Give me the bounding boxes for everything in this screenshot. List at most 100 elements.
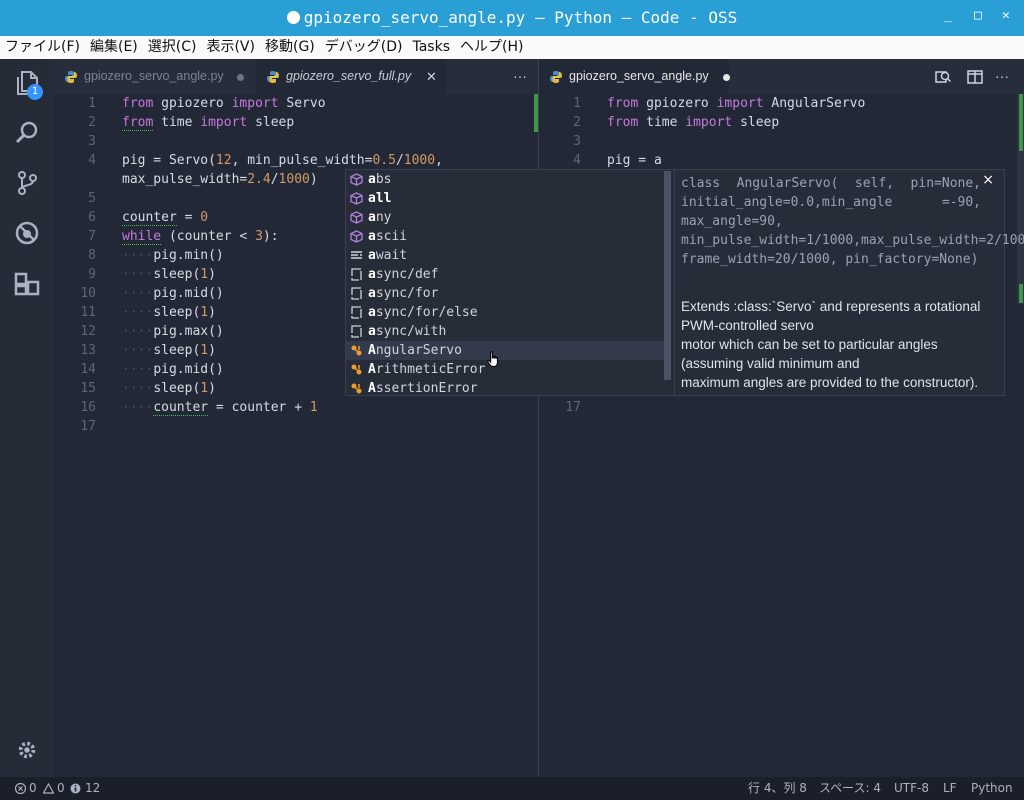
more-actions-icon[interactable]: ··· [513,59,527,94]
suggest-item[interactable]: ascii [346,227,666,246]
open-changes-icon[interactable] [935,69,951,85]
python-file-icon [550,71,562,83]
activity-bar: 1 [0,59,54,777]
code-line: from gpiozero import AngularServo [607,96,866,111]
python-file-icon [267,71,279,83]
line-number: 7 [88,229,96,244]
error-count[interactable]: 0 [29,777,37,800]
keyword-icon [351,251,362,259]
suggest-item[interactable]: any [346,208,666,227]
line-number: 9 [88,267,96,282]
snippet-icon [351,268,362,281]
suggest-item[interactable]: async/for [346,284,666,303]
error-icon[interactable] [15,783,26,794]
suggest-item[interactable]: all [346,189,666,208]
snippet-icon [351,306,362,319]
suggest-item[interactable]: ArithmeticError [346,360,666,379]
line-number: 1 [88,96,96,111]
suggest-item[interactable]: await [346,246,666,265]
menu-tasks[interactable]: Tasks [407,36,455,58]
split-editor-icon[interactable] [967,69,983,85]
tab-label: gpiozero_servo_angle.py [84,69,224,83]
code-line: ····sleep(1) [122,305,216,320]
suggest-item-selected[interactable]: AngularServo [346,341,666,360]
close-button[interactable]: ✕ [1002,8,1010,23]
code-line: from gpiozero import Servo [122,96,326,111]
line-number: 17 [80,419,96,434]
suggest-item[interactable]: async/with [346,322,666,341]
suggest-scrollbar[interactable] [664,171,671,380]
cube-icon [350,192,363,205]
tab-gpiozero-servo-angle-right[interactable]: gpiozero_servo_angle.py [539,59,730,94]
tab-bar-right: gpiozero_servo_angle.py ··· [539,59,1024,94]
suggest-item[interactable]: async/for/else [346,303,666,322]
search-icon[interactable] [13,119,41,147]
warning-icon[interactable] [43,783,54,794]
more-actions-icon[interactable]: ··· [995,59,1009,94]
extensions-icon[interactable] [13,269,41,297]
tab-bar-left: gpiozero_servo_angle.py gpiozero_servo_f… [54,59,538,94]
encoding[interactable]: UTF-8 [894,777,929,800]
signature-text: class AngularServo( self, pin=None, init… [681,176,1024,267]
code-line: ····pig.max() [122,324,224,339]
line-number: 3 [88,134,96,149]
code-line: ····pig.min() [122,248,224,263]
details-close-icon[interactable]: × [982,172,994,188]
unsaved-dot-icon [286,11,300,24]
code-line: from time import sleep [122,115,295,131]
cube-icon [350,211,363,224]
source-control-icon[interactable] [13,169,41,197]
suggest-item[interactable]: abs [346,170,666,189]
code-line: while (counter < 3): [122,229,279,245]
tab-close-icon[interactable]: ✕ [426,59,437,94]
unsaved-dot-icon [237,74,244,81]
editor-pane-left: gpiozero_servo_angle.py gpiozero_servo_f… [54,59,538,777]
line-number: 3 [573,134,581,149]
info-icon[interactable] [70,783,81,794]
menu-help[interactable]: ヘルプ(H) [455,36,528,58]
title-bar: gpiozero_servo_angle.py — Python — Code … [0,0,1024,36]
cube-icon [350,173,363,186]
hand-cursor-icon [487,351,498,367]
git-change-bar [1019,284,1023,303]
git-change-bar [534,94,538,132]
line-number: 5 [88,191,96,206]
end-of-line[interactable]: LF [943,777,957,800]
line-number: 13 [80,343,96,358]
maximize-button[interactable]: □ [974,8,982,23]
menu-go[interactable]: 移動(G) [260,36,320,58]
warning-count[interactable]: 0 [57,777,65,800]
tab-gpiozero-servo-angle[interactable]: gpiozero_servo_angle.py [54,59,256,94]
code-line: max_pulse_width=2.4/1000) [122,172,318,187]
menu-selection[interactable]: 選択(C) [143,36,202,58]
code-line: ····pig.mid() [122,362,224,377]
language-mode[interactable]: Python [971,777,1013,800]
line-number: 11 [80,305,96,320]
cube-icon [350,230,363,243]
menu-bar: ファイル(F) 編集(E) 選択(C) 表示(V) 移動(G) デバッグ(D) Tasks ヘ… [0,36,1024,59]
suggest-item[interactable]: AssertionError [346,379,666,398]
line-number: 4 [573,153,581,168]
menu-file[interactable]: ファイル(F) [0,36,85,58]
tab-gpiozero-servo-full[interactable]: gpiozero_servo_full.py ✕ [256,59,446,94]
window-title: gpiozero_servo_angle.py — Python — Code … [303,8,738,27]
settings-gear-icon[interactable] [16,739,38,761]
menu-debug[interactable]: デバッグ(D) [320,36,408,58]
suggest-item[interactable]: async/def [346,265,666,284]
suggest-details: class AngularServo( self, pin=None, init… [675,169,1024,396]
code-line: from time import sleep [607,115,780,130]
menu-edit[interactable]: 編集(E) [85,36,143,58]
code-line: counter = 0 [122,210,209,226]
debug-icon[interactable] [13,219,41,247]
suggest-widget: abs all any ascii await async/def async/… [345,169,675,396]
line-number: 12 [80,324,96,339]
unsaved-dot-icon [723,74,730,81]
code-line-current: pig = a [607,153,662,168]
indentation[interactable]: スペース: 4 [819,777,881,800]
cursor-position[interactable]: 行 4、列 8 [748,777,807,800]
info-count[interactable]: 12 [85,777,100,800]
menu-view[interactable]: 表示(V) [201,36,260,58]
line-number: 17 [565,400,581,415]
line-number: 10 [80,286,96,301]
minimize-button[interactable]: _ [944,8,952,23]
